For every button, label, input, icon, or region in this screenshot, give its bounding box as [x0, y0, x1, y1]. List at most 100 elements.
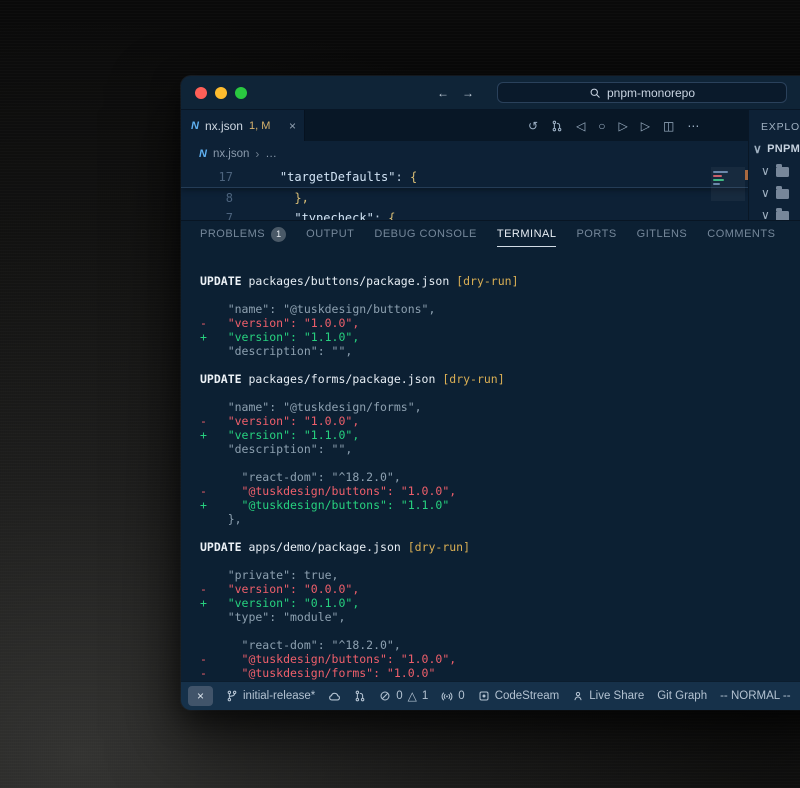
nav-forward-icon[interactable]: →	[462, 87, 474, 99]
editor[interactable]: 17 "targetDefaults": {8 },7 "typecheck":…	[181, 167, 748, 220]
status-text: CodeStream	[495, 690, 560, 702]
compare-icon[interactable]	[551, 120, 563, 132]
minimap-mark	[713, 171, 728, 173]
tab-nx-json[interactable]: N nx.json 1, M ×	[181, 110, 305, 141]
code-text: "targetDefaults": {	[233, 167, 417, 187]
status-item-codestream[interactable]: CodeStream	[478, 690, 560, 702]
terminal-line: + "version": "1.1.0",	[200, 330, 800, 344]
terminal-line: + "version": "1.1.0",	[200, 428, 800, 442]
chevron-down-icon: ∨	[761, 187, 770, 199]
folder-icon	[776, 209, 789, 220]
terminal-line: UPDATE packages/buttons/package.json [dr…	[200, 274, 800, 288]
editor-line[interactable]: 7 "typecheck": {	[181, 208, 748, 220]
panel-tab-ports[interactable]: PORTS	[576, 221, 616, 247]
panel-tab-terminal[interactable]: TERMINAL	[497, 221, 557, 247]
chevron-down-icon: ∨	[753, 143, 762, 155]
explorer-item-folder-1[interactable]: ∨	[749, 160, 800, 182]
terminal-line: "type": "module",	[200, 610, 800, 624]
terminal-line: UPDATE apps/demo/package.json [dry-run]	[200, 540, 800, 554]
editor-line[interactable]: 17 "targetDefaults": {	[181, 167, 748, 188]
terminal-line: "private": true,	[200, 568, 800, 582]
editor-column: N nx.json 1, M × ↺ ◁ ○ ▷ ▷ ◫ ⋯ N nx.json › …	[181, 110, 748, 220]
nav-back-icon[interactable]: ◁	[576, 120, 585, 132]
chevron-down-icon: ∨	[761, 165, 770, 177]
titlebar[interactable]: ← → pnpm-monorepo	[181, 76, 800, 110]
terminal-line: "description": "",	[200, 344, 800, 358]
panel-tab-label: DEBUG CONSOLE	[374, 228, 476, 240]
minimap-mark	[713, 179, 724, 181]
close-tab-icon[interactable]: ×	[289, 120, 296, 132]
editor-lines: 17 "targetDefaults": {8 },7 "typecheck":…	[181, 167, 748, 220]
status-text: 1	[422, 690, 428, 702]
close-window-button[interactable]	[195, 87, 207, 99]
desktop-background: ← → pnpm-monorepo N nx.json 1, M × ↺ ◁	[0, 0, 800, 788]
terminal-line: "react-dom": "^18.2.0",	[200, 638, 800, 652]
terminal-line: + "version": "0.1.0",	[200, 596, 800, 610]
status-item-live-share[interactable]: Live Share	[572, 690, 644, 702]
explorer-item-folder-2[interactable]: ∨	[749, 182, 800, 204]
status-text: initial-release*	[243, 690, 315, 702]
error-icon	[379, 690, 391, 702]
vscode-window: ← → pnpm-monorepo N nx.json 1, M × ↺ ◁	[181, 76, 800, 710]
panel-tab-label: GITLENS	[637, 228, 688, 240]
folder-icon	[776, 187, 789, 199]
minimize-window-button[interactable]	[215, 87, 227, 99]
cloud-icon	[328, 690, 341, 703]
status-item-git-branch[interactable]: initial-release*	[226, 690, 315, 702]
status-item-problems-summary[interactable]: 0△1	[379, 690, 428, 702]
panel-tab-gitlens[interactable]: GITLENS	[637, 221, 688, 247]
status-bar: × initial-release* 0△1 0 CodeStream Live Shar…	[181, 681, 800, 710]
breadcrumb-more[interactable]: …	[265, 148, 277, 160]
broadcast-icon	[441, 690, 453, 702]
split-icon[interactable]: ◫	[663, 120, 674, 132]
breadcrumb-file[interactable]: nx.json	[213, 148, 249, 160]
terminal-line: - "@tuskdesign/forms": "1.0.0"	[200, 666, 800, 680]
explorer-sidebar: EXPLORER ∨ PNPM-MONOREPO ∨∨∨	[748, 110, 800, 220]
editor-line[interactable]: 8 },	[181, 188, 748, 208]
zoom-window-button[interactable]	[235, 87, 247, 99]
nav-dot-icon[interactable]: ○	[598, 120, 605, 132]
nx-file-icon: N	[191, 120, 199, 132]
run-icon[interactable]: ▷	[641, 120, 650, 132]
status-item-remote-indicator[interactable]: ×	[188, 686, 213, 706]
panel-tab-problems[interactable]: PROBLEMS1	[200, 221, 286, 247]
codestream-icon	[478, 690, 490, 702]
remote-icon: ×	[197, 690, 204, 702]
terminal-line	[200, 554, 800, 568]
status-item-pull-request[interactable]	[354, 690, 366, 702]
panel-tab-label: PORTS	[576, 228, 616, 240]
terminal-line: - "version": "0.0.0",	[200, 582, 800, 596]
terminal-line: UPDATE packages/forms/package.json [dry-…	[200, 372, 800, 386]
minimap[interactable]	[711, 167, 745, 220]
panel-tab-comments[interactable]: COMMENTS	[707, 221, 775, 247]
breadcrumb[interactable]: N nx.json › …	[181, 141, 748, 167]
branch-icon	[226, 690, 238, 702]
status-item-broadcast-status[interactable]: 0	[441, 690, 464, 702]
explorer-root-folder[interactable]: ∨ PNPM-MONOREPO	[749, 138, 800, 160]
status-item-git-graph[interactable]: Git Graph	[657, 690, 707, 702]
panel-tab-output[interactable]: OUTPUT	[306, 221, 354, 247]
code-text: "typecheck": {	[233, 208, 396, 220]
explorer-root-label: PNPM-MONOREPO	[767, 143, 800, 155]
status-item-publish-changes[interactable]	[328, 690, 341, 703]
search-value: pnpm-monorepo	[607, 86, 695, 100]
more-icon[interactable]: ⋯	[687, 120, 699, 132]
status-item-vim-mode[interactable]: -- NORMAL --	[720, 690, 790, 702]
terminal-line	[200, 624, 800, 638]
workbench: N nx.json 1, M × ↺ ◁ ○ ▷ ▷ ◫ ⋯ N nx.json › …	[181, 110, 800, 220]
history-icon[interactable]: ↺	[528, 120, 538, 132]
problems-count-badge: 1	[271, 227, 286, 242]
terminal-line: },	[200, 512, 800, 526]
terminal-line: - "@tuskdesign/buttons": "1.0.0",	[200, 652, 800, 666]
nav-back-icon[interactable]: ←	[437, 87, 449, 99]
command-center-search[interactable]: pnpm-monorepo	[497, 82, 787, 103]
folder-icon	[776, 165, 789, 177]
explorer-item-folder-3[interactable]: ∨	[749, 204, 800, 220]
panel-tab-bar: PROBLEMS1 OUTPUT DEBUG CONSOLE TERMINAL PORT…	[181, 221, 800, 247]
panel-tab-debug-console[interactable]: DEBUG CONSOLE	[374, 221, 476, 247]
panel-tab-label: COMMENTS	[707, 228, 775, 240]
chevron-down-icon: ∨	[761, 209, 770, 220]
line-number: 8	[181, 188, 233, 208]
terminal-output[interactable]: UPDATE packages/buttons/package.json [dr…	[181, 247, 800, 681]
nav-forward-icon[interactable]: ▷	[619, 120, 628, 132]
